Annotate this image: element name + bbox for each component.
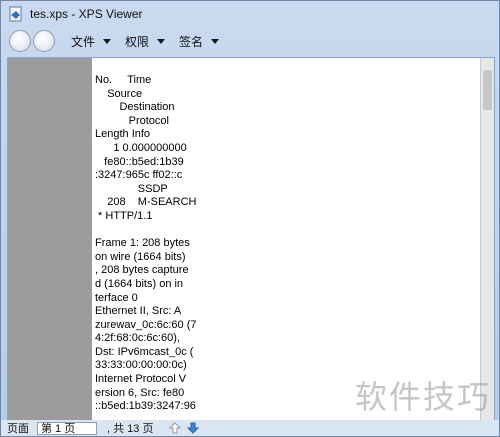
document-line: fe80::b5ed:1b39 — [95, 155, 184, 168]
document-line: 208 M-SEARCH — [95, 196, 197, 209]
document-line: on wire (1664 bits) — [95, 250, 186, 263]
chevron-down-icon — [211, 38, 220, 44]
vertical-scrollbar[interactable] — [480, 58, 494, 422]
document-line: d (1664 bits) on in — [95, 277, 184, 290]
document-line: terface 0 — [95, 291, 138, 304]
toolbar: 文件 权限 签名 — [1, 27, 499, 55]
document-line: Internet Protocol V — [95, 373, 187, 386]
document-line: Protocol — [95, 114, 169, 127]
back-button[interactable] — [9, 30, 31, 52]
document-line: 4:2f:68:0c:6c:60), — [95, 332, 180, 345]
menu-signatures-label: 签名 — [179, 34, 204, 49]
menu-permissions-label: 权限 — [125, 34, 150, 49]
navigation-buttons — [9, 28, 57, 54]
viewport-margin — [8, 58, 92, 422]
document-line: 33:33:00:00:00:0c) — [95, 359, 187, 372]
page-number-field[interactable]: 第 1 页 — [37, 421, 97, 435]
window-title: tes.xps - XPS Viewer — [30, 7, 143, 21]
menu-permissions[interactable]: 权限 — [125, 30, 166, 52]
document-line: Source — [95, 87, 143, 100]
document-line: zurewav_0c:6c:60 (7 — [95, 318, 197, 331]
document-line: * HTTP/1.1 — [95, 209, 153, 222]
document-line: 1 0.000000000 — [95, 141, 187, 154]
menu-file-label: 文件 — [71, 34, 96, 49]
xps-document-icon — [8, 6, 24, 22]
menu-file[interactable]: 文件 — [71, 30, 112, 52]
document-line: Destination — [95, 101, 175, 114]
total-pages: , 共 13 页 — [107, 423, 154, 435]
document-line: ::b5ed:1b39:3247:96 — [95, 400, 196, 413]
document-line: Dst: IPv6mcast_0c ( — [95, 345, 194, 358]
chevron-down-icon — [157, 38, 166, 44]
status-bar: 页面 第 1 页 , 共 13 页 — [1, 420, 499, 436]
document-line: No. Time — [95, 74, 152, 86]
title-bar: tes.xps - XPS Viewer — [1, 1, 499, 27]
document-line: SSDP — [95, 182, 168, 195]
page-label: 页面 — [7, 423, 29, 435]
document-line: Length Info — [95, 128, 151, 141]
watermark: 软件技巧 — [354, 378, 491, 416]
document-line: Ethernet II, Src: A — [95, 305, 182, 318]
chevron-down-icon — [103, 38, 112, 44]
document-line: :3247:965c ff02::c — [95, 169, 183, 182]
document-page: No. Time Source Destination Protocol Len… — [92, 58, 492, 422]
arrow-up-icon[interactable] — [169, 422, 182, 434]
document-line: Frame 1: 208 bytes — [95, 237, 190, 250]
arrow-down-icon[interactable] — [187, 422, 200, 434]
forward-button[interactable] — [33, 30, 55, 52]
document-line: , 208 bytes capture — [95, 264, 189, 277]
scrollbar-thumb[interactable] — [483, 70, 492, 110]
menu-signatures[interactable]: 签名 — [179, 30, 220, 52]
document-line: ersion 6, Src: fe80 — [95, 386, 185, 399]
document-text: No. Time Source Destination Protocol Len… — [92, 58, 492, 414]
xps-viewer-window: tes.xps - XPS Viewer 文件 权限 签名 No. Time S… — [0, 0, 500, 437]
document-viewport[interactable]: No. Time Source Destination Protocol Len… — [7, 57, 495, 423]
